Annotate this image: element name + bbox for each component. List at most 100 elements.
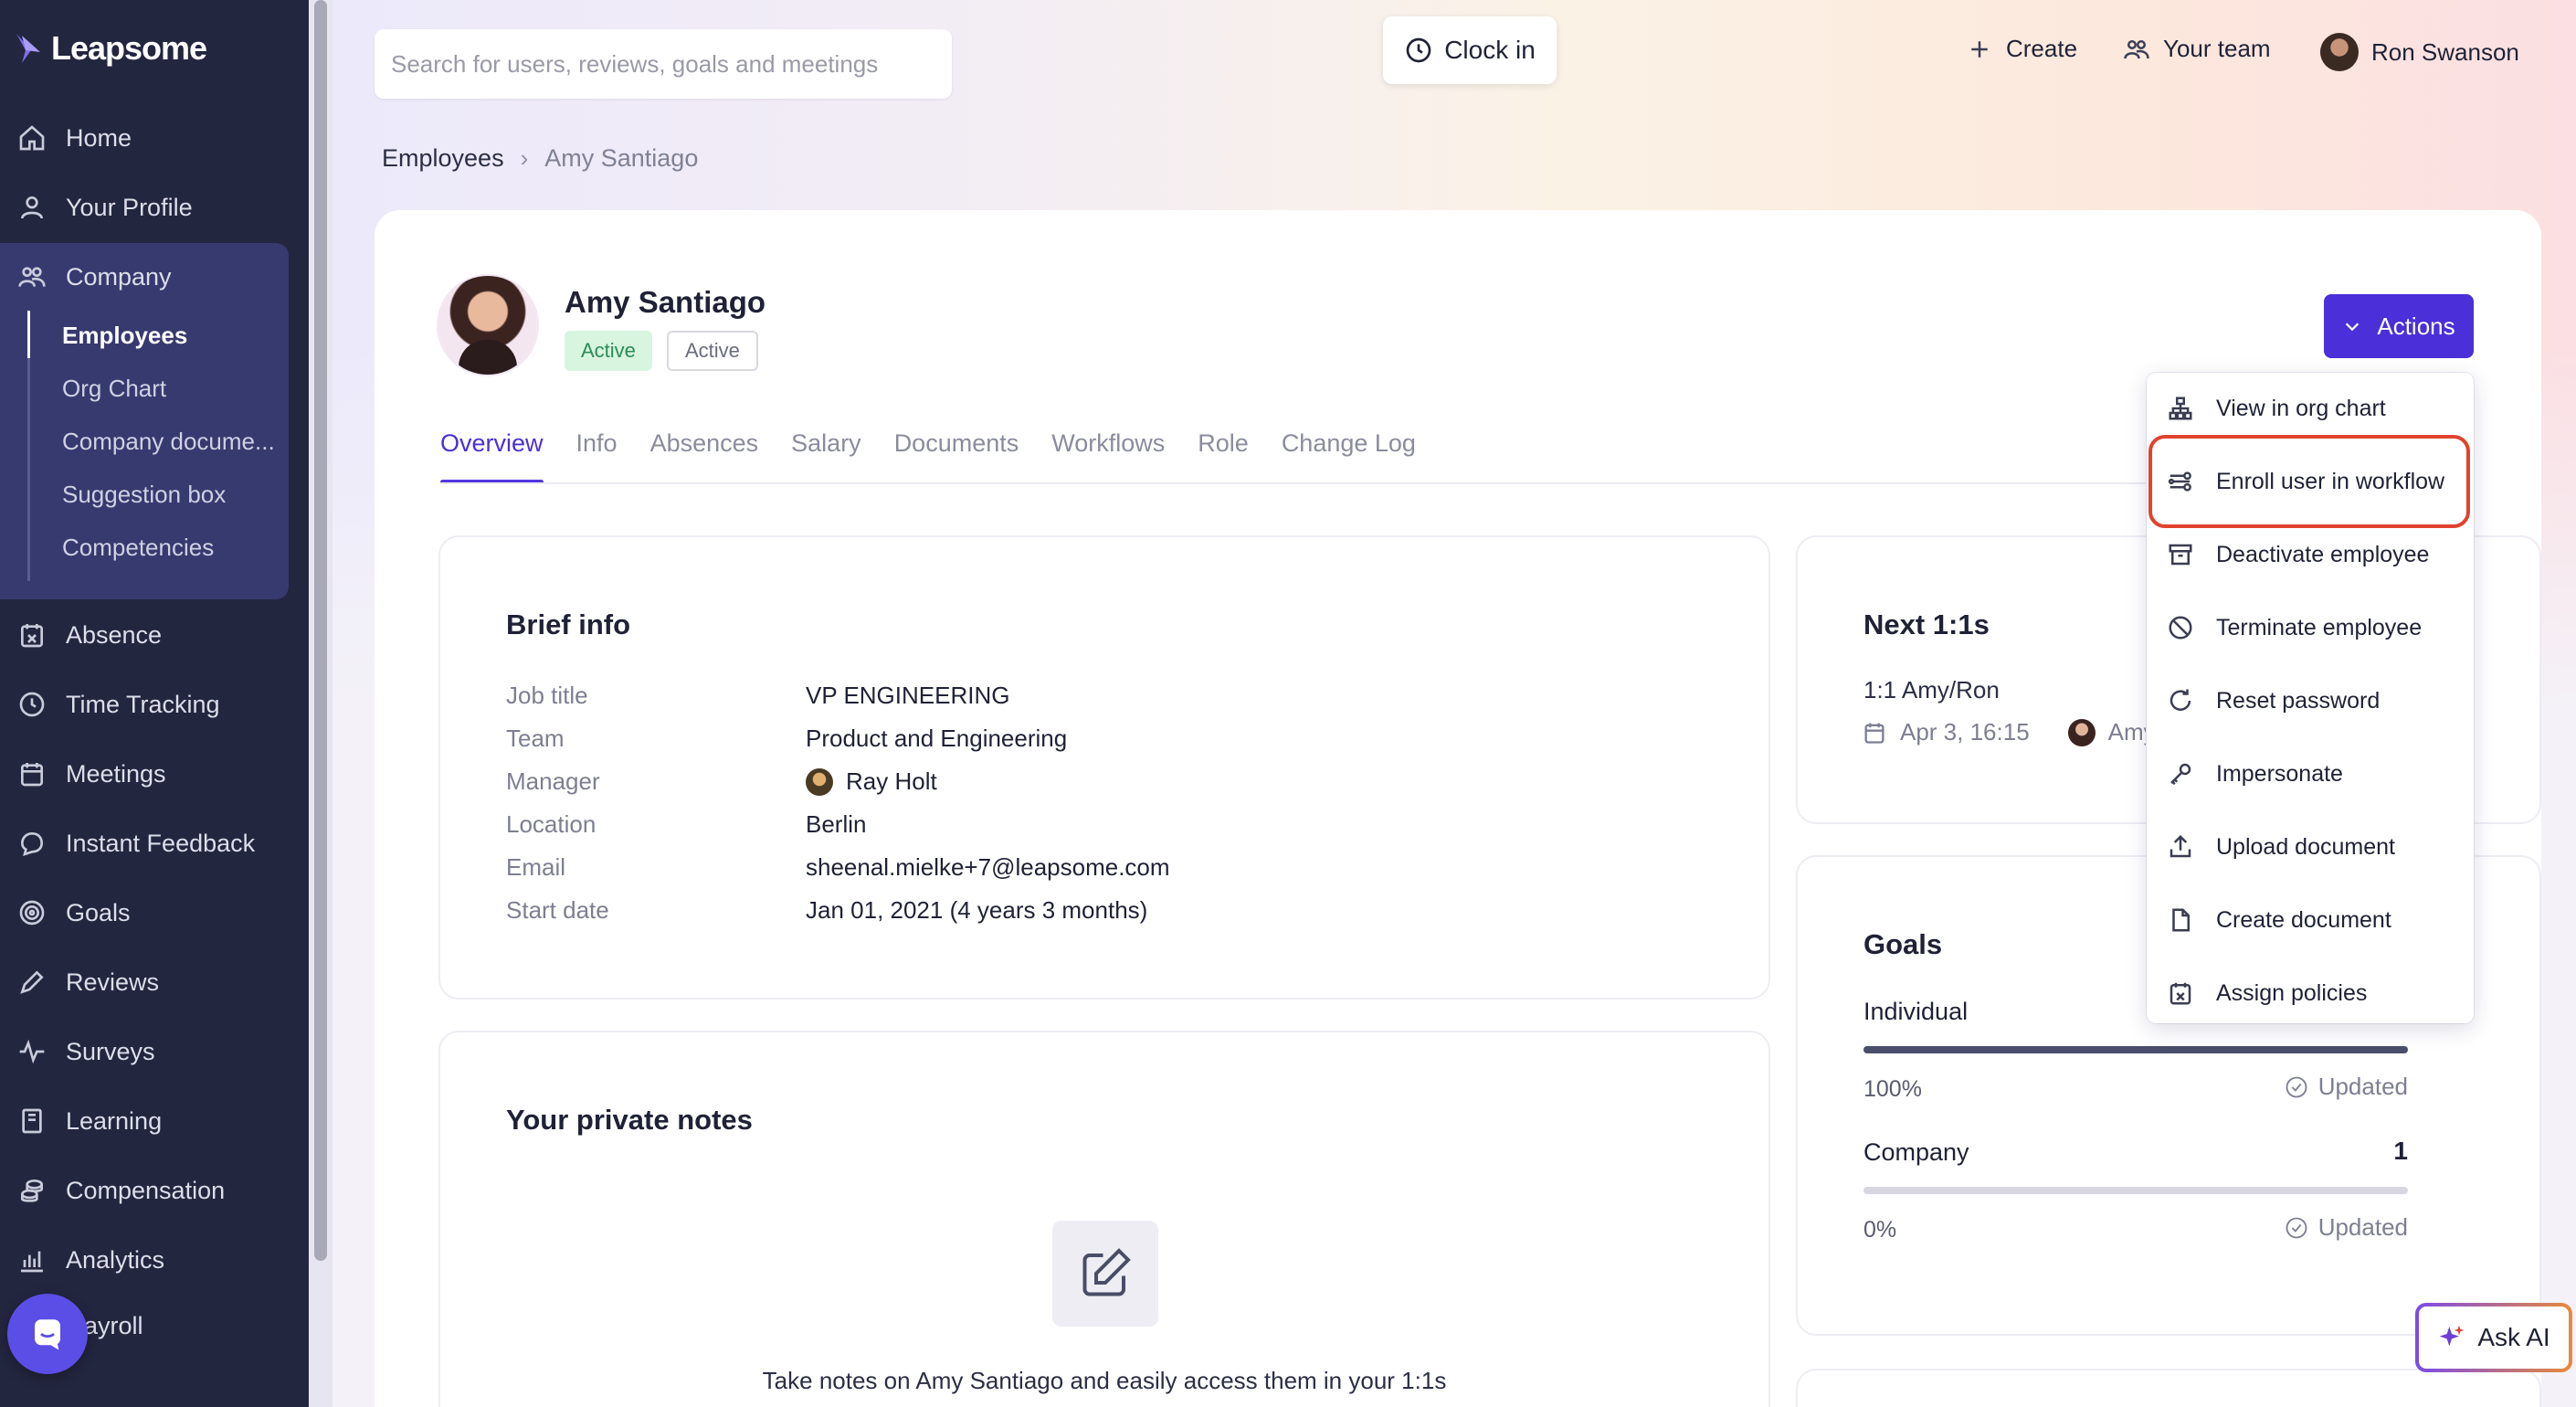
- sidebar-subitem-org-chart[interactable]: Org Chart: [62, 367, 166, 409]
- menu-item-upload-document[interactable]: Upload document: [2147, 811, 2474, 883]
- tab-overview[interactable]: Overview: [440, 429, 544, 484]
- tab-salary[interactable]: Salary: [791, 429, 861, 484]
- create-button[interactable]: Create: [1966, 35, 2077, 63]
- coins-icon: [16, 1175, 48, 1206]
- info-key: Email: [506, 853, 566, 881]
- sidebar-scrollbar-thumb[interactable]: [314, 0, 327, 1261]
- chevron-right-icon: ›: [520, 144, 529, 172]
- global-search[interactable]: [375, 29, 952, 99]
- sidebar-item-home[interactable]: Home: [16, 115, 132, 161]
- goal-status-text: Updated: [2317, 1073, 2408, 1100]
- sidebar-subitem-suggestion-box[interactable]: Suggestion box: [62, 473, 226, 515]
- sidebar-item-reviews[interactable]: Reviews: [16, 959, 159, 1005]
- sidebar-item-absence[interactable]: Absence: [16, 612, 162, 658]
- user-menu[interactable]: Ron Swanson: [2320, 33, 2519, 71]
- create-label: Create: [2006, 35, 2078, 62]
- sidebar-item-label: Absence: [66, 620, 163, 649]
- sidebar-item-analytics[interactable]: Analytics: [16, 1237, 164, 1283]
- menu-item-reset-password[interactable]: Reset password: [2147, 665, 2474, 736]
- submenu-rail: [27, 311, 30, 581]
- manager-avatar: [806, 767, 833, 796]
- leapsome-logo[interactable]: Leapsome: [13, 29, 207, 68]
- tab-role[interactable]: Role: [1198, 429, 1249, 484]
- breadcrumb-employees[interactable]: Employees: [382, 144, 504, 173]
- sidebar-item-label: ayroll: [84, 1311, 143, 1339]
- info-row-start-date: Start date Jan 01, 2021 (4 years 3 month…: [506, 896, 1147, 925]
- menu-item-view-in-org-chart[interactable]: View in org chart: [2147, 373, 2474, 444]
- goal-company-percent: 0%: [1863, 1217, 1897, 1243]
- menu-item-impersonate[interactable]: Impersonate: [2147, 738, 2474, 809]
- sidebar-item-label: Goals: [66, 898, 131, 926]
- sidebar-item-surveys[interactable]: Surveys: [16, 1029, 155, 1074]
- status-badge-active: Active: [565, 331, 652, 371]
- menu-item-create-document[interactable]: Create document: [2147, 884, 2474, 956]
- breadcrumb-current: Amy Santiago: [544, 144, 699, 172]
- goal-company-label[interactable]: Company: [1863, 1138, 1969, 1167]
- sidebar-item-label: Meetings: [66, 759, 166, 788]
- sidebar-item-label: Your Profile: [66, 193, 193, 221]
- sidebar-item-payroll[interactable]: ayroll: [84, 1303, 143, 1349]
- menu-item-terminate-employee[interactable]: Terminate employee: [2147, 592, 2474, 663]
- ban-icon: [2169, 616, 2192, 640]
- highlight-box: [2148, 435, 2470, 528]
- sidebar-item-goals[interactable]: Goals: [16, 890, 131, 936]
- goals-title: Goals: [1863, 928, 1943, 960]
- tab-change-log[interactable]: Change Log: [1282, 429, 1416, 484]
- goal-individual-status: Updated: [2284, 1073, 2408, 1101]
- tab-info[interactable]: Info: [576, 429, 618, 484]
- tab-documents[interactable]: Documents: [894, 429, 1019, 484]
- info-key: Job title: [506, 682, 588, 709]
- profile-tabs: Overview Info Absences Salary Documents …: [440, 429, 1449, 484]
- info-value: VP ENGINEERING: [806, 682, 1010, 709]
- actions-button[interactable]: Actions: [2324, 294, 2474, 358]
- info-key: Manager: [506, 767, 600, 795]
- info-value: Ray Holt: [846, 767, 937, 795]
- sidebar-item-your-profile[interactable]: Your Profile: [16, 185, 193, 230]
- sidebar-subitem-competencies[interactable]: Competencies: [62, 526, 214, 568]
- users-icon: [16, 261, 48, 292]
- info-value[interactable]: sheenal.mielke+7@leapsome.com: [806, 853, 1170, 882]
- search-input[interactable]: [391, 49, 935, 79]
- info-value[interactable]: Product and Engineering: [806, 725, 1067, 753]
- sidebar-item-label: Surveys: [66, 1037, 155, 1065]
- private-notes-panel: [438, 1031, 1770, 1407]
- menu-item-deactivate-employee[interactable]: Deactivate employee: [2147, 519, 2474, 590]
- menu-item-label: Create document: [2216, 906, 2391, 933]
- avatar: [2320, 33, 2359, 71]
- check-circle-icon: [2286, 1076, 2307, 1097]
- your-team-button[interactable]: Your team: [2123, 35, 2271, 63]
- manager-link[interactable]: Ray Holt: [806, 767, 937, 796]
- sidebar-subitem-company-documents[interactable]: Company docume...: [62, 420, 275, 462]
- sidebar-item-company[interactable]: Company: [16, 254, 172, 300]
- menu-item-assign-policies[interactable]: Assign policies: [2147, 957, 2474, 1029]
- sidebar-item-time-tracking[interactable]: Time Tracking: [16, 682, 220, 727]
- info-row-job-title: Job title VP ENGINEERING: [506, 682, 1009, 710]
- goal-individual-progress: [1863, 1046, 2408, 1053]
- tab-workflows[interactable]: Workflows: [1051, 429, 1165, 484]
- meeting-date-text: Apr 3, 16:15: [1900, 718, 2030, 746]
- goal-individual-label[interactable]: Individual: [1863, 998, 1968, 1026]
- org-chart-icon: [2169, 397, 2192, 420]
- sidebar-subitem-employees[interactable]: Employees: [62, 314, 187, 356]
- sidebar-item-instant-feedback[interactable]: Instant Feedback: [16, 820, 255, 866]
- meeting-title[interactable]: 1:1 Amy/Ron: [1863, 676, 2000, 704]
- info-row-email: Email sheenal.mielke+7@leapsome.com: [506, 853, 1170, 882]
- sidebar-item-label: Company: [66, 262, 172, 291]
- info-value: Berlin: [806, 810, 867, 838]
- goal-status-text: Updated: [2317, 1213, 2408, 1241]
- add-note-button[interactable]: [1052, 1221, 1158, 1327]
- sidebar-item-meetings[interactable]: Meetings: [16, 751, 166, 797]
- support-chat-button[interactable]: [7, 1294, 88, 1374]
- ask-ai-button[interactable]: Ask AI: [2415, 1303, 2572, 1372]
- sidebar-item-label: Reviews: [66, 968, 160, 996]
- file-icon: [2172, 908, 2190, 932]
- chat-bubble-icon: [35, 1319, 60, 1350]
- status-badge-outline: Active: [667, 331, 758, 371]
- your-team-label: Your team: [2163, 35, 2271, 62]
- user-icon: [16, 192, 48, 223]
- clock-in-button[interactable]: Clock in: [1383, 16, 1557, 84]
- sidebar-item-compensation[interactable]: Compensation: [16, 1168, 225, 1213]
- tab-absences[interactable]: Absences: [650, 429, 759, 484]
- sidebar-item-learning[interactable]: Learning: [16, 1098, 162, 1144]
- calendar-icon: [1864, 723, 1884, 744]
